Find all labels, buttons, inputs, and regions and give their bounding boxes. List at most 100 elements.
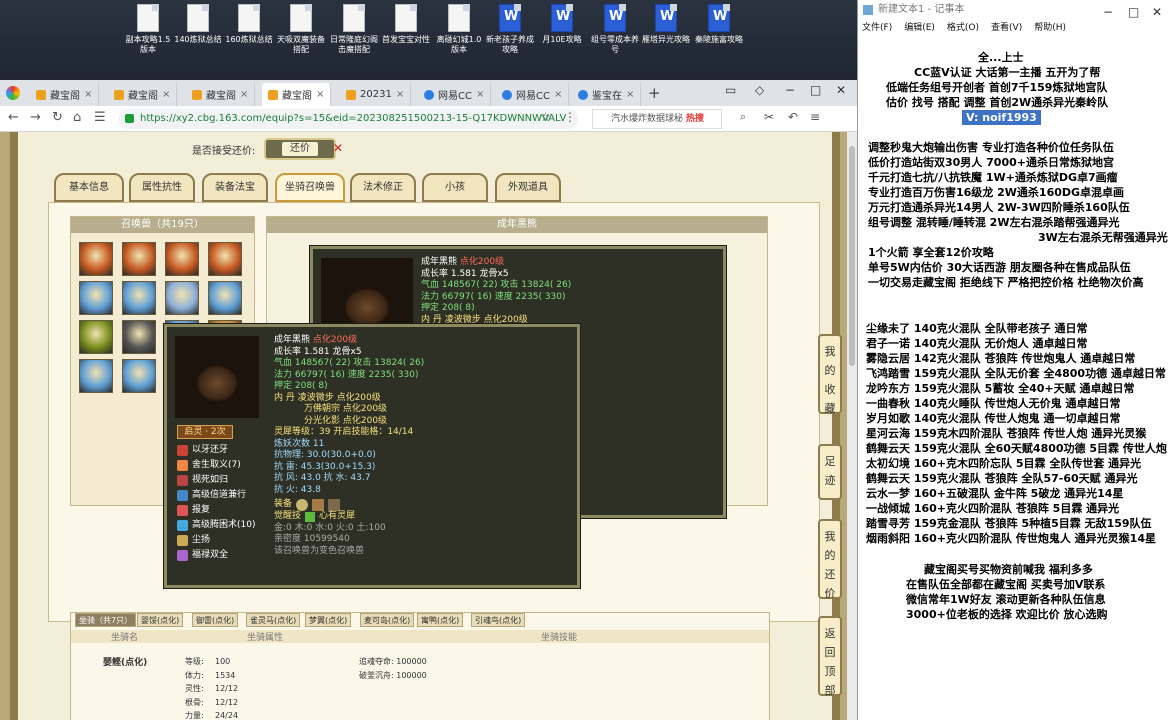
search-input[interactable]: 汽水爆炸数据球秘 热搜 (592, 109, 722, 129)
stat-key: 等级: (185, 657, 204, 666)
menu-view[interactable]: 查看(V) (991, 20, 1022, 36)
pet-avatar[interactable] (165, 281, 199, 315)
mount-tab[interactable]: 御雷(点化) (192, 613, 239, 627)
scissors-icon[interactable]: ✂ (764, 110, 774, 124)
menu-file[interactable]: 文件(F) (862, 20, 892, 36)
side-favorites-button[interactable]: 我的收藏 (818, 334, 842, 415)
browser-tab[interactable]: 藏宝阁 × (108, 83, 178, 106)
forward-icon[interactable]: → (30, 110, 41, 125)
desktop-icon[interactable]: 月10E攻略 (537, 4, 587, 45)
desktop-icon[interactable]: 雁塔异光攻略 (641, 4, 691, 45)
pet-avatar[interactable] (165, 242, 199, 276)
pet-detail-title: 成年黑熊 (267, 217, 767, 233)
star-icon[interactable]: ☆ (540, 110, 551, 124)
desktop-icon[interactable]: 离碰幻城1.0版本 (434, 4, 484, 55)
desktop-icon[interactable]: 首发宝宝对性 (381, 4, 431, 45)
close-icon[interactable]: × (240, 89, 248, 100)
close-icon[interactable]: × (84, 89, 92, 100)
pet-avatar[interactable] (122, 359, 156, 393)
reader-icon[interactable]: ☰ (94, 110, 106, 125)
browser-tab[interactable]: 藏宝阁 × (186, 83, 256, 106)
close-icon[interactable]: × (554, 89, 562, 100)
mount-tab[interactable]: 雀灵马(点化) (246, 613, 301, 627)
desktop-icon[interactable]: 140炼狱总结 (173, 4, 223, 45)
close-icon[interactable]: × (626, 89, 634, 100)
side-top-button[interactable]: 返回顶部 (818, 616, 842, 697)
minimize-icon[interactable]: − (1103, 2, 1113, 22)
more-icon[interactable]: ⋮ (564, 110, 576, 124)
pet-avatar[interactable] (79, 320, 113, 354)
page-scrollbar[interactable] (847, 132, 857, 720)
pet-avatar[interactable] (208, 281, 242, 315)
mount-tab[interactable]: 麦可岛(点化) (360, 613, 415, 627)
close-icon[interactable]: ✕ (333, 141, 343, 155)
search-icon[interactable]: ⌕ (740, 110, 746, 124)
skin-icon[interactable]: ◇ (755, 83, 764, 97)
tab-list-icon[interactable]: ▭ (725, 83, 736, 97)
undo-icon[interactable]: ↶ (788, 110, 798, 124)
close-window-icon[interactable]: ✕ (1152, 2, 1162, 22)
side-bargain-button[interactable]: 我的还价 (818, 519, 842, 600)
browser-tab[interactable]: 20231 × (340, 83, 412, 106)
equip-slot-icon (296, 499, 309, 511)
close-icon[interactable]: × (316, 89, 324, 100)
home-icon[interactable]: ⌂ (73, 110, 81, 125)
bargain-button[interactable]: 还价 (264, 138, 336, 160)
tab-equipment[interactable]: 装备法宝 (202, 173, 268, 202)
pet-avatar[interactable] (79, 359, 113, 393)
pet-avatar[interactable] (79, 242, 113, 276)
menu-icon[interactable]: ≡ (810, 110, 820, 124)
browser-tab[interactable]: 网易CC × (418, 83, 492, 106)
close-window-icon[interactable]: ✕ (836, 83, 846, 97)
url-bar[interactable]: https://xy2.cbg.163.com/equip?s=15&eid=2… (118, 109, 578, 129)
menu-help[interactable]: 帮助(H) (1034, 20, 1066, 36)
tab-appearance[interactable]: 外观道具 (495, 173, 561, 202)
tab-child[interactable]: 小孩 (422, 173, 488, 202)
pet-avatar[interactable] (122, 281, 156, 315)
pet-avatar[interactable] (122, 242, 156, 276)
desktop-icon-label: 秦陵施富攻略 (695, 35, 743, 44)
refresh-icon[interactable]: ↻ (52, 110, 63, 125)
close-icon[interactable]: × (162, 89, 170, 100)
scrollbar-thumb[interactable] (849, 146, 855, 366)
close-icon[interactable]: × (476, 89, 484, 100)
menu-edit[interactable]: 编辑(E) (904, 20, 935, 36)
minimize-icon[interactable]: − (785, 83, 795, 97)
menu-format[interactable]: 格式(O) (947, 20, 979, 36)
back-icon[interactable]: ← (8, 110, 19, 125)
desktop-icon[interactable]: 天吸双魔装备搭配 (276, 4, 326, 55)
mount-stat-row: 力量: 24/24 (185, 709, 238, 720)
notepad-text-area[interactable]: 全...上士 CC蓝V认证 大话第一主播 五开为了帮 低端任务组号开创者 首创7千1… (858, 42, 1170, 720)
desktop-icon[interactable]: 160炼狱总结 (224, 4, 274, 45)
browser-tab-active[interactable]: 藏宝阁 × (262, 83, 332, 106)
pet-avatar[interactable] (122, 320, 156, 354)
tab-mount-pet[interactable]: 坐骑召唤兽 (275, 173, 345, 202)
desktop-icon[interactable]: 组号零成本养号 (590, 4, 640, 55)
pet-mp: 法力 66797( 16) 速度 2235( 330) (421, 291, 566, 302)
equip-label: 装备 (274, 499, 293, 510)
pet-avatar[interactable] (79, 281, 113, 315)
mount-tab[interactable]: 引魂鸟(点化) (471, 613, 526, 627)
browser-tab[interactable]: 藏宝阁 × (30, 83, 100, 106)
mount-tab[interactable]: 寓鸭(点化) (417, 613, 464, 627)
mount-tab[interactable]: 梦翼(点化) (305, 613, 352, 627)
close-icon[interactable]: × (396, 89, 404, 100)
tab-basic-info[interactable]: 基本信息 (54, 173, 124, 202)
maximize-icon[interactable]: □ (810, 83, 821, 97)
browser-tab[interactable]: 网易CC × (496, 83, 570, 106)
tab-resistance[interactable]: 属性抗性 (129, 173, 195, 202)
new-tab-button[interactable]: + (648, 84, 661, 102)
side-footprint-button[interactable]: 足迹 (818, 444, 842, 500)
desktop-icon[interactable]: 秦陵施富攻略 (694, 4, 744, 45)
tab-spell[interactable]: 法术修正 (350, 173, 416, 202)
awaken-badge: 启灵 · 2次 (177, 425, 233, 439)
notepad-line: CC蓝V认证 大话第一主播 五开为了帮 (914, 66, 1101, 79)
desktop-icon[interactable]: 日常隆庭幻阁击魔搭配 (329, 4, 379, 55)
desktop-icon[interactable]: 副本攻略1.5版本 (123, 4, 173, 55)
maximize-icon[interactable]: □ (1128, 2, 1139, 22)
browser-tab[interactable]: 鉴宝在 × (572, 83, 642, 106)
desktop-icon[interactable]: 新老孩子养成攻略 (485, 4, 535, 55)
desktop-icon-label: 160炼狱总结 (225, 35, 273, 44)
pet-avatar[interactable] (208, 242, 242, 276)
mount-tab[interactable]: 婴馁(点化) (137, 613, 184, 627)
